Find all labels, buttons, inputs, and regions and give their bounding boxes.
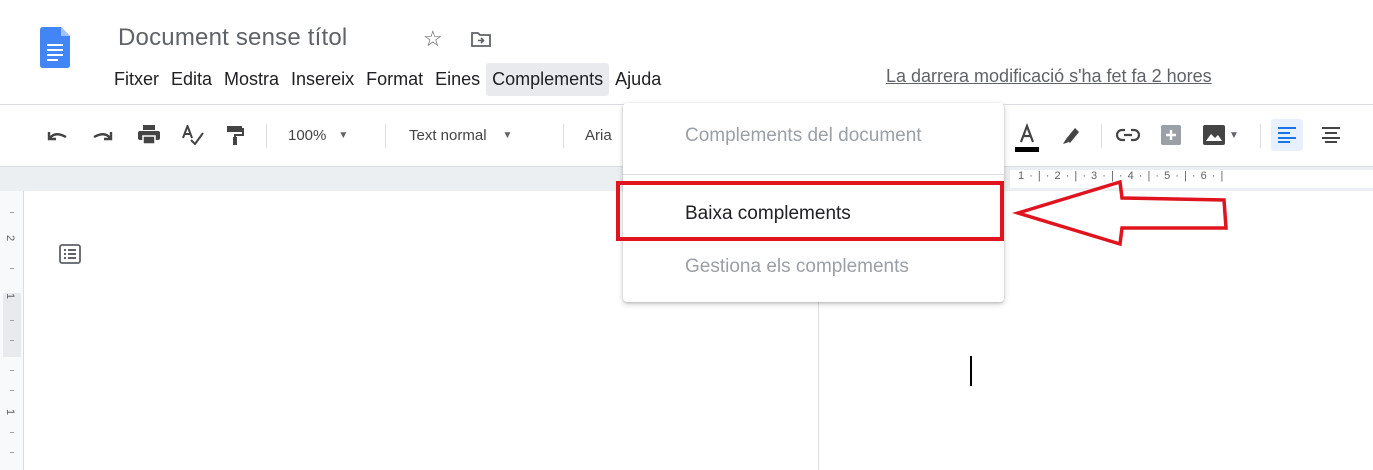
document-outline-icon[interactable]: [59, 244, 81, 264]
menu-fitxer[interactable]: Fitxer: [108, 63, 165, 96]
annotation-highlight-box: [616, 181, 1004, 241]
style-select[interactable]: Text normal ▼: [409, 122, 512, 148]
undo-icon[interactable]: [44, 122, 70, 148]
menu-format[interactable]: Format: [360, 63, 429, 96]
annotation-arrow: [1012, 179, 1228, 247]
toolbar-separator: [563, 124, 564, 148]
menu-complements[interactable]: Complements: [486, 62, 610, 96]
last-modified-link[interactable]: La darrera modificació s'ha fet fa 2 hor…: [886, 66, 1212, 87]
dropdown-separator: [623, 174, 1004, 175]
redo-icon[interactable]: [90, 122, 116, 148]
align-center-icon[interactable]: [1316, 122, 1346, 148]
menu-mostra[interactable]: Mostra: [218, 63, 285, 96]
menu-option-document-addons: Complements del document: [685, 125, 922, 146]
chevron-down-icon: ▼: [1229, 129, 1239, 141]
vertical-ruler-tick: [10, 390, 14, 391]
toolbar-separator: [1260, 124, 1261, 148]
text-color-icon[interactable]: [1012, 122, 1042, 154]
vertical-ruler-number: 1: [4, 292, 17, 300]
vertical-ruler-tick: [10, 320, 14, 321]
font-value: Aria: [585, 126, 612, 144]
paint-format-icon[interactable]: [222, 122, 248, 148]
chevron-down-icon: ▼: [502, 129, 513, 141]
zoom-select[interactable]: 100% ▼: [288, 122, 348, 148]
image-icon[interactable]: ▼: [1198, 122, 1244, 148]
menu-insereix[interactable]: Insereix: [285, 63, 360, 96]
link-icon[interactable]: [1114, 122, 1142, 148]
toolbar-separator: [1101, 124, 1102, 148]
vertical-ruler-tick: [10, 268, 14, 269]
spellcheck-icon[interactable]: [180, 122, 206, 148]
menu-bar: Fitxer Edita Mostra Insereix Format Eine…: [108, 60, 667, 98]
toolbar-separator: [266, 124, 267, 148]
document-title[interactable]: Document sense títol: [118, 24, 347, 52]
toolbar-separator: [385, 124, 386, 148]
vertical-ruler-tick: [10, 432, 14, 433]
vertical-ruler-number: 2: [4, 234, 17, 242]
align-left-icon[interactable]: [1271, 119, 1303, 151]
docs-logo-icon[interactable]: [40, 27, 70, 68]
print-icon[interactable]: [136, 122, 162, 148]
menu-edita[interactable]: Edita: [165, 63, 218, 96]
highlight-icon[interactable]: [1058, 122, 1084, 148]
menu-eines[interactable]: Eines: [429, 63, 486, 96]
vertical-ruler-number: 1: [4, 408, 17, 416]
vertical-ruler-tick: [10, 452, 14, 453]
menu-option-manage-addons: Gestiona els complements: [685, 256, 909, 277]
menu-ajuda[interactable]: Ajuda: [609, 63, 667, 96]
vertical-ruler-tick: [10, 212, 14, 213]
vertical-ruler-margin: [3, 293, 21, 357]
vertical-ruler-tick: [10, 340, 14, 341]
move-to-folder-icon[interactable]: [471, 31, 491, 47]
text-cursor: [970, 356, 972, 386]
font-select[interactable]: Aria: [585, 122, 612, 148]
style-value: Text normal: [409, 126, 487, 144]
star-icon[interactable]: ☆: [423, 26, 443, 52]
vertical-ruler-tick: [10, 370, 14, 371]
comment-icon[interactable]: [1158, 122, 1184, 148]
zoom-value: 100%: [288, 126, 327, 144]
chevron-down-icon: ▼: [338, 129, 349, 141]
